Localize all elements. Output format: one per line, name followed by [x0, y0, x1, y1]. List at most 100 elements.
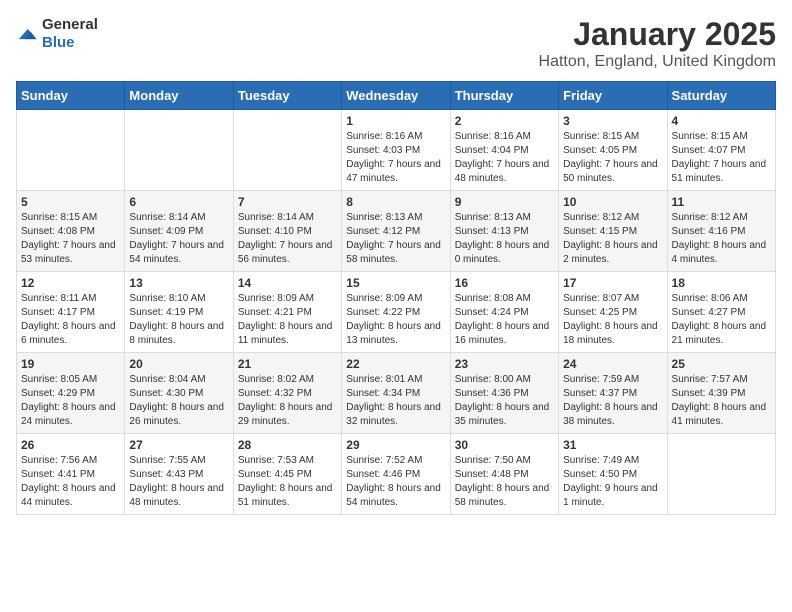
day-number: 8 [346, 195, 445, 209]
day-info: Sunrise: 7:57 AMSunset: 4:39 PMDaylight:… [672, 373, 771, 429]
day-info: Sunrise: 7:56 AMSunset: 4:41 PMDaylight:… [21, 454, 120, 510]
weekday-header: Tuesday [233, 82, 341, 110]
day-info: Sunrise: 8:00 AMSunset: 4:36 PMDaylight:… [455, 373, 554, 429]
calendar-cell: 20 Sunrise: 8:04 AMSunset: 4:30 PMDayligh… [125, 353, 233, 434]
day-info: Sunrise: 8:14 AMSunset: 4:10 PMDaylight:… [238, 211, 337, 267]
day-number: 10 [563, 195, 662, 209]
calendar-cell: 1 Sunrise: 8:16 AMSunset: 4:03 PMDaylight… [342, 110, 450, 191]
day-info: Sunrise: 7:59 AMSunset: 4:37 PMDaylight:… [563, 373, 662, 429]
calendar-cell: 23 Sunrise: 8:00 AMSunset: 4:36 PMDayligh… [450, 353, 558, 434]
calendar-cell: 19Sunrise: 8:05 AMSunset: 4:29 PMDayligh… [17, 353, 125, 434]
calendar-cell: 2Sunrise: 8:16 AMSunset: 4:04 PMDaylight… [450, 110, 558, 191]
calendar-cell: 29 Sunrise: 7:52 AMSunset: 4:46 PMDayligh… [342, 434, 450, 515]
day-number: 27 [129, 438, 228, 452]
day-number: 22 [346, 357, 445, 371]
day-info: Sunrise: 8:14 AMSunset: 4:09 PMDaylight:… [129, 211, 228, 267]
day-info: Sunrise: 8:09 AMSunset: 4:22 PMDaylight:… [346, 292, 445, 348]
day-info: Sunrise: 8:13 AMSunset: 4:12 PMDaylight:… [346, 211, 445, 267]
day-info: Sunrise: 8:04 AMSunset: 4:30 PMDaylight:… [129, 373, 228, 429]
calendar-title: January 2025 [539, 16, 776, 53]
calendar-cell: 15 Sunrise: 8:09 AMSunset: 4:22 PMDayligh… [342, 272, 450, 353]
calendar-cell: 3 Sunrise: 8:15 AMSunset: 4:05 PMDaylight… [559, 110, 667, 191]
calendar-cell [233, 110, 341, 191]
weekday-header: Saturday [667, 82, 775, 110]
day-number: 30 [455, 438, 554, 452]
day-number: 29 [346, 438, 445, 452]
calendar-cell: 12Sunrise: 8:11 AMSunset: 4:17 PMDayligh… [17, 272, 125, 353]
calendar-cell: 31 Sunrise: 7:49 AMSunset: 4:50 PMDayligh… [559, 434, 667, 515]
calendar-cell: 26 Sunrise: 7:56 AMSunset: 4:41 PMDayligh… [17, 434, 125, 515]
day-number: 12 [21, 276, 120, 290]
day-info: Sunrise: 8:09 AMSunset: 4:21 PMDaylight:… [238, 292, 337, 348]
day-info: Sunrise: 8:06 AMSunset: 4:27 PMDaylight:… [672, 292, 771, 348]
calendar-cell: 11 Sunrise: 8:12 AMSunset: 4:16 PMDayligh… [667, 191, 775, 272]
day-number: 14 [238, 276, 337, 290]
calendar-cell: 21Sunrise: 8:02 AMSunset: 4:32 PMDayligh… [233, 353, 341, 434]
day-number: 23 [455, 357, 554, 371]
day-info: Sunrise: 8:12 AMSunset: 4:16 PMDaylight:… [672, 211, 771, 267]
calendar-cell: 6 Sunrise: 8:14 AMSunset: 4:09 PMDaylight… [125, 191, 233, 272]
calendar-week-row: 5 Sunrise: 8:15 AMSunset: 4:08 PMDaylight… [17, 191, 776, 272]
calendar-cell [125, 110, 233, 191]
day-info: Sunrise: 8:12 AMSunset: 4:15 PMDaylight:… [563, 211, 662, 267]
calendar-week-row: 12Sunrise: 8:11 AMSunset: 4:17 PMDayligh… [17, 272, 776, 353]
day-info: Sunrise: 8:16 AMSunset: 4:04 PMDaylight:… [455, 130, 554, 186]
day-info: Sunrise: 7:49 AMSunset: 4:50 PMDaylight:… [563, 454, 662, 510]
day-info: Sunrise: 8:01 AMSunset: 4:34 PMDaylight:… [346, 373, 445, 429]
logo: General Blue [16, 16, 98, 52]
day-info: Sunrise: 8:02 AMSunset: 4:32 PMDaylight:… [238, 373, 337, 429]
calendar-cell: 22 Sunrise: 8:01 AMSunset: 4:34 PMDayligh… [342, 353, 450, 434]
day-info: Sunrise: 8:15 AMSunset: 4:08 PMDaylight:… [21, 211, 120, 267]
day-info: Sunrise: 8:13 AMSunset: 4:13 PMDaylight:… [455, 211, 554, 267]
day-info: Sunrise: 7:53 AMSunset: 4:45 PMDaylight:… [238, 454, 337, 510]
weekday-header: Sunday [17, 82, 125, 110]
page-header: General Blue January 2025 Hatton, Englan… [16, 16, 776, 71]
logo-text: General Blue [42, 16, 98, 52]
day-number: 5 [21, 195, 120, 209]
calendar-cell: 28 Sunrise: 7:53 AMSunset: 4:45 PMDayligh… [233, 434, 341, 515]
day-info: Sunrise: 7:52 AMSunset: 4:46 PMDaylight:… [346, 454, 445, 510]
calendar-table: SundayMondayTuesdayWednesdayThursdayFrid… [16, 81, 776, 515]
calendar-cell: 13Sunrise: 8:10 AMSunset: 4:19 PMDayligh… [125, 272, 233, 353]
day-number: 20 [129, 357, 228, 371]
day-info: Sunrise: 8:15 AMSunset: 4:05 PMDaylight:… [563, 130, 662, 186]
day-info: Sunrise: 8:15 AMSunset: 4:07 PMDaylight:… [672, 130, 771, 186]
day-number: 26 [21, 438, 120, 452]
calendar-cell: 30 Sunrise: 7:50 AMSunset: 4:48 PMDayligh… [450, 434, 558, 515]
logo-general: General [42, 16, 98, 33]
day-number: 1 [346, 114, 445, 128]
weekday-header: Friday [559, 82, 667, 110]
weekday-header: Thursday [450, 82, 558, 110]
calendar-subtitle: Hatton, England, United Kingdom [539, 53, 776, 71]
day-number: 6 [129, 195, 228, 209]
day-number: 11 [672, 195, 771, 209]
day-info: Sunrise: 8:05 AMSunset: 4:29 PMDaylight:… [21, 373, 120, 429]
calendar-week-row: 19Sunrise: 8:05 AMSunset: 4:29 PMDayligh… [17, 353, 776, 434]
day-number: 28 [238, 438, 337, 452]
calendar-cell: 8 Sunrise: 8:13 AMSunset: 4:12 PMDaylight… [342, 191, 450, 272]
day-number: 25 [672, 357, 771, 371]
calendar-cell [17, 110, 125, 191]
day-info: Sunrise: 8:07 AMSunset: 4:25 PMDaylight:… [563, 292, 662, 348]
calendar-cell: 27Sunrise: 7:55 AMSunset: 4:43 PMDayligh… [125, 434, 233, 515]
day-number: 24 [563, 357, 662, 371]
day-number: 13 [129, 276, 228, 290]
calendar-cell: 16Sunrise: 8:08 AMSunset: 4:24 PMDayligh… [450, 272, 558, 353]
calendar-cell: 14 Sunrise: 8:09 AMSunset: 4:21 PMDayligh… [233, 272, 341, 353]
calendar-body: 1 Sunrise: 8:16 AMSunset: 4:03 PMDaylight… [17, 110, 776, 515]
title-section: January 2025 Hatton, England, United Kin… [539, 16, 776, 71]
day-number: 7 [238, 195, 337, 209]
calendar-cell: 4Sunrise: 8:15 AMSunset: 4:07 PMDaylight… [667, 110, 775, 191]
day-number: 31 [563, 438, 662, 452]
calendar-week-row: 1 Sunrise: 8:16 AMSunset: 4:03 PMDaylight… [17, 110, 776, 191]
day-number: 15 [346, 276, 445, 290]
weekday-header: Monday [125, 82, 233, 110]
day-number: 3 [563, 114, 662, 128]
day-info: Sunrise: 8:16 AMSunset: 4:03 PMDaylight:… [346, 130, 445, 186]
calendar-cell: 7 Sunrise: 8:14 AMSunset: 4:10 PMDaylight… [233, 191, 341, 272]
day-number: 16 [455, 276, 554, 290]
day-info: Sunrise: 7:50 AMSunset: 4:48 PMDaylight:… [455, 454, 554, 510]
logo-icon [16, 23, 38, 45]
calendar-cell: 5 Sunrise: 8:15 AMSunset: 4:08 PMDaylight… [17, 191, 125, 272]
calendar-cell: 24 Sunrise: 7:59 AMSunset: 4:37 PMDayligh… [559, 353, 667, 434]
